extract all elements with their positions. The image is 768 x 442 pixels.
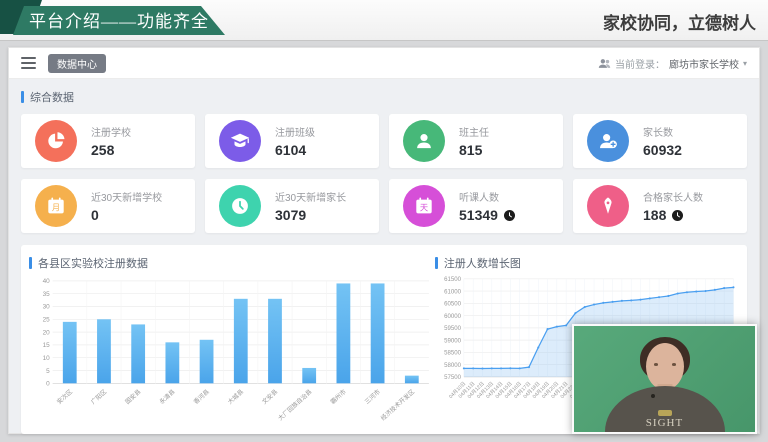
calendar-day-icon: 天 <box>403 185 445 227</box>
svg-text:文安县: 文安县 <box>260 388 279 406</box>
shirt-text: SIGHT <box>646 417 683 429</box>
svg-text:永清县: 永清县 <box>158 388 177 406</box>
svg-text:广阳区: 广阳区 <box>89 388 108 406</box>
stat-value: 3079 <box>275 207 306 223</box>
person-plus-icon <box>587 120 629 162</box>
chevron-down-icon: ▾ <box>743 59 747 68</box>
stat-card: 月 近30天新增学校 0 <box>21 179 195 233</box>
pie-chart-icon <box>35 120 77 162</box>
stat-label: 家长数 <box>643 124 682 139</box>
login-school-name: 廊坊市家长学校 <box>669 56 739 71</box>
svg-text:58000: 58000 <box>444 363 461 369</box>
svg-text:58500: 58500 <box>444 351 461 357</box>
stat-card: 注册班级 6104 <box>205 114 379 168</box>
svg-text:60000: 60000 <box>444 314 461 320</box>
svg-text:三河市: 三河市 <box>363 388 382 406</box>
presenter-eye <box>654 363 658 366</box>
svg-text:59500: 59500 <box>444 326 461 332</box>
svg-text:57500: 57500 <box>444 375 461 381</box>
presenter-video-overlay[interactable]: SIGHT <box>572 324 757 434</box>
overview-section-title: 综合数据 <box>21 89 747 105</box>
stat-card: 合格家长人数 188 <box>573 179 747 233</box>
svg-text:20: 20 <box>43 329 51 336</box>
svg-text:天: 天 <box>420 203 428 212</box>
svg-text:10: 10 <box>43 355 51 362</box>
stat-value: 51349 <box>459 207 498 223</box>
clock-icon <box>219 185 261 227</box>
stat-label: 听课人数 <box>459 189 515 204</box>
svg-text:5: 5 <box>46 368 50 375</box>
stat-label: 合格家长人数 <box>643 189 703 204</box>
header-slogan: 家校协同，立德树人 <box>603 9 756 34</box>
stat-card: 班主任 815 <box>389 114 563 168</box>
stat-value: 6104 <box>275 142 306 158</box>
clip-mic <box>651 394 655 398</box>
history-clock-icon[interactable] <box>672 210 683 221</box>
breadcrumb[interactable]: 数据中心 <box>48 54 106 73</box>
menu-toggle-icon[interactable] <box>21 57 36 69</box>
svg-text:大厂回族自治县: 大厂回族自治县 <box>276 388 313 422</box>
svg-text:61000: 61000 <box>444 289 461 295</box>
svg-text:大城县: 大城县 <box>226 388 245 406</box>
stat-value: 815 <box>459 142 482 158</box>
svg-text:59000: 59000 <box>444 338 461 344</box>
svg-text:安次区: 安次区 <box>55 388 74 406</box>
stat-value: 258 <box>91 142 114 158</box>
stat-label: 近30天新增学校 <box>91 189 162 204</box>
stat-value: 0 <box>91 207 99 223</box>
login-label: 当前登录： <box>615 56 665 71</box>
svg-text:15: 15 <box>43 342 51 349</box>
person-icon <box>403 120 445 162</box>
svg-text:0: 0 <box>46 381 50 388</box>
svg-text:香河县: 香河县 <box>192 388 211 406</box>
users-icon <box>598 57 611 70</box>
line-chart-title: 注册人数增长图 <box>435 255 741 271</box>
svg-text:35: 35 <box>43 291 51 298</box>
login-dropdown[interactable]: 当前登录： 廊坊市家长学校 ▾ <box>598 56 747 71</box>
stat-card: 天 听课人数 51349 <box>389 179 563 233</box>
presenter-face <box>646 343 684 390</box>
stat-value: 188 <box>643 207 666 223</box>
calendar-month-icon: 月 <box>35 185 77 227</box>
svg-text:30: 30 <box>43 304 51 311</box>
svg-text:40: 40 <box>43 278 51 285</box>
pen-icon <box>587 185 629 227</box>
svg-text:60500: 60500 <box>444 302 461 308</box>
svg-text:月: 月 <box>52 203 60 212</box>
app-screen: 平台介绍——功能齐全 家校协同，立德树人 数据中心 当前登录： 廊坊市家长学校 … <box>0 0 768 442</box>
history-clock-icon[interactable] <box>504 210 515 221</box>
dashboard-topbar: 数据中心 当前登录： 廊坊市家长学校 ▾ <box>9 48 759 79</box>
stat-card: 注册学校 258 <box>21 114 195 168</box>
stat-card: 近30天新增家长 3079 <box>205 179 379 233</box>
banner-title: 平台介绍——功能齐全 <box>29 7 209 34</box>
bar-chart: 0 5 10 15 20 25 30 35 40 安次区广阳区固安县永清县香河县大城县文安县大厂回… <box>29 273 435 423</box>
graduation-cap-icon <box>219 120 261 162</box>
stat-card-grid: 注册学校 258 注册班级 6104 <box>21 114 747 233</box>
stat-label: 班主任 <box>459 124 489 139</box>
svg-text:固安县: 固安县 <box>124 388 143 406</box>
presenter-eye <box>672 363 676 366</box>
banner-ribbon: 平台介绍——功能齐全 <box>13 6 225 35</box>
page-header: 平台介绍——功能齐全 家校协同，立德树人 <box>0 0 768 41</box>
bar-chart-section: 各县区实验校注册数据 0 5 10 15 20 25 30 35 40 安次区广阳区固安县永清县香… <box>29 255 435 430</box>
bar-chart-title: 各县区实验校注册数据 <box>29 255 435 271</box>
stat-label: 注册班级 <box>275 124 315 139</box>
shirt-graphic <box>658 410 672 416</box>
stat-value: 60932 <box>643 142 682 158</box>
stat-label: 注册学校 <box>91 124 131 139</box>
svg-text:61500: 61500 <box>444 277 461 283</box>
svg-text:25: 25 <box>43 317 51 324</box>
svg-text:霸州市: 霸州市 <box>329 388 348 406</box>
stat-card: 家长数 60932 <box>573 114 747 168</box>
svg-text:经济技术开发区: 经济技术开发区 <box>379 388 416 422</box>
stat-label: 近30天新增家长 <box>275 189 346 204</box>
